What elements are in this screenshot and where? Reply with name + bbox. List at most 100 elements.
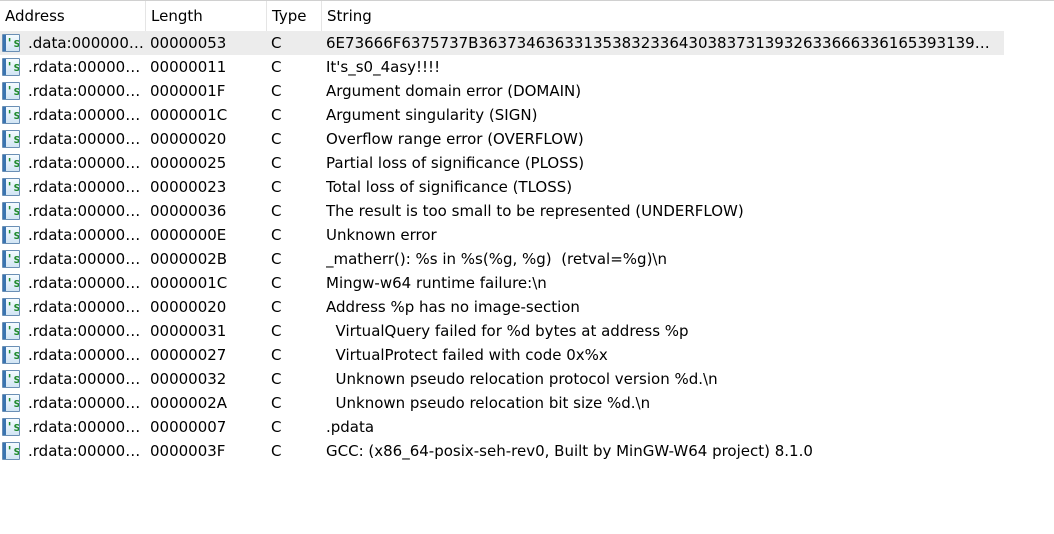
cell-type: C (271, 178, 282, 196)
table-row[interactable]: 's' .rdata:000000... 00000025 C Partial loss… (0, 151, 1004, 175)
cell-type: C (271, 250, 282, 268)
cell-length: 0000003F (150, 442, 226, 460)
cell-length: 00000020 (150, 298, 227, 316)
string-item-icon: 's' (2, 322, 20, 340)
cell-string: VirtualQuery failed for %d bytes at addr… (326, 322, 689, 340)
table-row[interactable]: 's' .rdata:000000... 00000036 C The result i… (0, 199, 1004, 223)
table-row[interactable]: 's' .rdata:000000... 00000020 C Overflow ran… (0, 127, 1004, 151)
table-row[interactable]: 's' .rdata:000000... 00000007 C .pdata (0, 415, 1004, 439)
cell-address: .rdata:000000... (28, 298, 144, 316)
string-icon-glyph: 's' (6, 252, 20, 266)
table-row[interactable]: 's' .rdata:000000... 00000023 C Total loss o… (0, 175, 1004, 199)
table-row[interactable]: 's' .rdata:000000... 00000031 C VirtualQuer… (0, 319, 1004, 343)
table-row[interactable]: 's' .rdata:000000... 00000011 C It's_s0_4asy… (0, 55, 1004, 79)
string-icon-box: 's' (2, 58, 20, 76)
string-item-icon: 's' (2, 202, 20, 220)
cell-string: Unknown pseudo relocation protocol versi… (326, 370, 718, 388)
cell-string: Partial loss of significance (PLOSS) (326, 154, 585, 172)
string-icon-glyph: 's' (6, 444, 20, 458)
string-item-icon: 's' (2, 394, 20, 412)
table-row[interactable]: 's' .rdata:000000... 0000002A C Unknown pse… (0, 391, 1004, 415)
string-icon-box: 's' (2, 442, 20, 460)
cell-length: 0000001F (150, 82, 226, 100)
string-item-icon: 's' (2, 82, 20, 100)
cell-type: C (271, 394, 282, 412)
cell-string: _matherr(): %s in %s(%g, %g) (retval=%g)… (326, 250, 667, 268)
table-row[interactable]: 's' .rdata:000000... 0000002B C _matherr(): … (0, 247, 1004, 271)
table-row[interactable]: 's' .rdata:000000... 0000003F C GCC: (x86_64… (0, 439, 1004, 463)
cell-address: .rdata:000000... (28, 274, 144, 292)
cell-address: .rdata:000000... (28, 322, 144, 340)
string-item-icon: 's' (2, 106, 20, 124)
cell-type: C (271, 202, 282, 220)
string-icon-box: 's' (2, 178, 20, 196)
cell-string: 6E73666F6375737B363734636331353832336430… (326, 34, 996, 52)
string-icon-box: 's' (2, 274, 20, 292)
cell-length: 00000011 (150, 58, 227, 76)
table-row[interactable]: 's' .rdata:000000... 0000001C C Argument sin… (0, 103, 1004, 127)
string-item-icon: 's' (2, 34, 20, 52)
cell-string: .pdata (326, 418, 375, 436)
cell-length: 0000002B (150, 250, 228, 268)
string-item-icon: 's' (2, 346, 20, 364)
cell-type: C (271, 298, 282, 316)
table-row[interactable]: 's' .rdata:000000... 0000000E C Unknown erro… (0, 223, 1004, 247)
cell-address: .rdata:000000... (28, 154, 144, 172)
cell-string: Overflow range error (OVERFLOW) (326, 130, 584, 148)
column-header-type[interactable]: Type (267, 1, 322, 31)
cell-length: 00000036 (150, 202, 227, 220)
string-icon-glyph: 's' (6, 204, 20, 218)
column-header-string[interactable]: String (322, 1, 1004, 31)
cell-address: .data:0000000... (28, 34, 144, 52)
cell-type: C (271, 130, 282, 148)
cell-address: .rdata:000000... (28, 418, 144, 436)
string-icon-box: 's' (2, 226, 20, 244)
cell-length: 0000001C (150, 274, 228, 292)
cell-address: .rdata:000000... (28, 106, 144, 124)
string-item-icon: 's' (2, 250, 20, 268)
cell-type: C (271, 34, 282, 52)
table-row[interactable]: 's' .data:0000000... 00000053 C 6E73666F6375… (0, 31, 1004, 55)
cell-address: .rdata:000000... (28, 58, 144, 76)
cell-string: Unknown pseudo relocation bit size %d.\n (326, 394, 651, 412)
string-item-icon: 's' (2, 130, 20, 148)
cell-length: 00000025 (150, 154, 227, 172)
cell-type: C (271, 418, 282, 436)
cell-type: C (271, 82, 282, 100)
table-header: Address Length Type String (0, 1, 1004, 32)
string-icon-box: 's' (2, 34, 20, 52)
string-icon-glyph: 's' (6, 132, 20, 146)
cell-type: C (271, 274, 282, 292)
string-icon-box: 's' (2, 322, 20, 340)
cell-type: C (271, 346, 282, 364)
string-icon-box: 's' (2, 346, 20, 364)
string-icon-box: 's' (2, 202, 20, 220)
cell-address: .rdata:000000... (28, 178, 144, 196)
cell-length: 00000020 (150, 130, 227, 148)
table-row[interactable]: 's' .rdata:000000... 00000020 C Address %p h… (0, 295, 1004, 319)
string-icon-box: 's' (2, 298, 20, 316)
cell-length: 00000032 (150, 370, 227, 388)
cell-type: C (271, 370, 282, 388)
cell-string: Mingw-w64 runtime failure:\n (326, 274, 547, 292)
string-item-icon: 's' (2, 370, 20, 388)
cell-address: .rdata:000000... (28, 394, 144, 412)
table-row[interactable]: 's' .rdata:000000... 00000027 C VirtualProt… (0, 343, 1004, 367)
cell-string: Argument singularity (SIGN) (326, 106, 538, 124)
string-icon-glyph: 's' (6, 324, 20, 338)
string-item-icon: 's' (2, 226, 20, 244)
table-row[interactable]: 's' .rdata:000000... 0000001F C Argument dom… (0, 79, 1004, 103)
column-header-length[interactable]: Length (146, 1, 267, 31)
table-row[interactable]: 's' .rdata:000000... 00000032 C Unknown pse… (0, 367, 1004, 391)
string-icon-box: 's' (2, 394, 20, 412)
column-header-address[interactable]: Address (0, 1, 146, 31)
cell-string: The result is too small to be represente… (326, 202, 744, 220)
string-item-icon: 's' (2, 58, 20, 76)
string-icon-glyph: 's' (6, 300, 20, 314)
string-icon-glyph: 's' (6, 60, 20, 74)
string-icon-glyph: 's' (6, 276, 20, 290)
table-row[interactable]: 's' .rdata:000000... 0000001C C Mingw-w64 ru… (0, 271, 1004, 295)
string-icon-box: 's' (2, 82, 20, 100)
string-item-icon: 's' (2, 274, 20, 292)
string-icon-box: 's' (2, 154, 20, 172)
